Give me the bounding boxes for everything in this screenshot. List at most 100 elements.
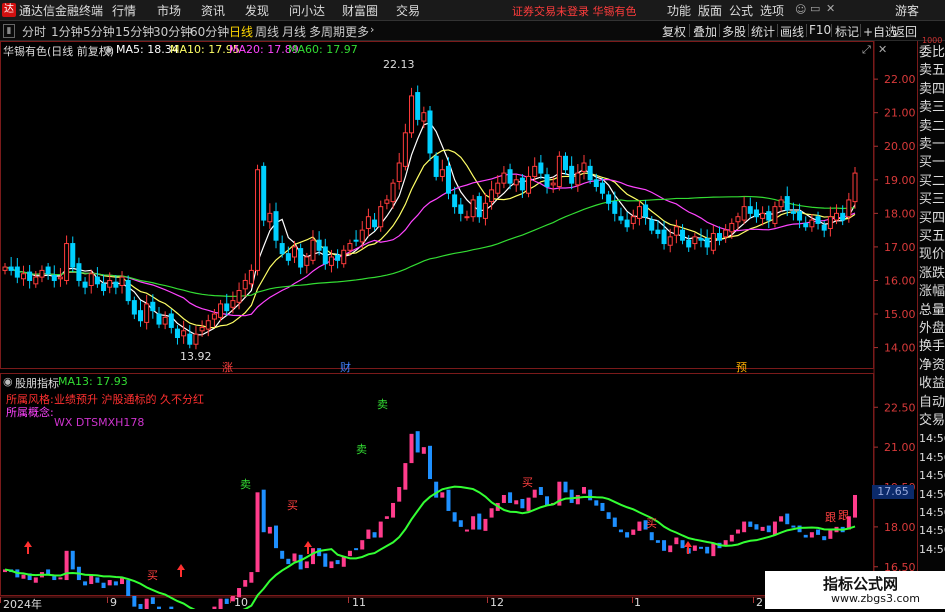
candle-body bbox=[575, 172, 581, 186]
period-tab-multi[interactable]: 多周期 bbox=[309, 23, 345, 40]
candle-body bbox=[174, 328, 180, 339]
toolbar-back[interactable]: 返回 bbox=[893, 23, 917, 40]
toolbar-adjust[interactable]: 复权 bbox=[662, 23, 686, 40]
indicator-bar bbox=[218, 598, 223, 609]
period-tab-30min[interactable]: 30分钟 bbox=[153, 23, 192, 40]
buy-signal-mark: 买 bbox=[646, 517, 657, 530]
side-panel-item[interactable]: 14:56 bbox=[919, 430, 945, 448]
indicator-bar bbox=[581, 487, 586, 494]
toolbar-multi-stock[interactable]: 多股 bbox=[722, 23, 746, 40]
indicator-bar bbox=[107, 580, 112, 586]
menu-ask-xiaoda[interactable]: 问小达 bbox=[289, 2, 325, 19]
side-panel-item[interactable]: 买一 bbox=[919, 154, 945, 172]
menu-layout[interactable]: 版面 bbox=[698, 2, 722, 19]
period-tab-monthly[interactable]: 月线 bbox=[282, 23, 306, 40]
sub-tick-label: 22.50 bbox=[884, 401, 916, 414]
sub-tick-label: 21.00 bbox=[884, 441, 916, 454]
side-panel-item[interactable]: 14:56 bbox=[919, 522, 945, 540]
menu-function[interactable]: 功能 bbox=[667, 2, 691, 19]
side-panel-item[interactable]: 14:56 bbox=[919, 541, 945, 559]
period-tab-5min[interactable]: 5分钟 bbox=[83, 23, 115, 40]
toolbar-menu-icon[interactable]: ▮ bbox=[3, 24, 15, 38]
indicator-bar bbox=[286, 558, 291, 565]
user-icon[interactable]: ☺ bbox=[795, 3, 806, 16]
chart-expand-icon[interactable]: ⤢ bbox=[862, 43, 871, 57]
candle-body bbox=[347, 243, 353, 251]
kline-chart[interactable]: 22.00 21.00 20.00 19.00 18.00 17.00 16.00 15.00… bbox=[0, 41, 917, 609]
indicator-bar bbox=[366, 529, 371, 539]
side-panel-item[interactable]: 涨幅 bbox=[919, 283, 945, 301]
side-panel-item[interactable]: 涨跌 bbox=[919, 265, 945, 283]
ma13-label: MA13: 17.93 bbox=[58, 375, 128, 388]
candle-body bbox=[753, 209, 759, 218]
period-tab-more[interactable]: 更多 bbox=[345, 23, 369, 40]
chart-close-icon[interactable]: ✕ bbox=[878, 43, 887, 56]
price-tick-label: 17.00 bbox=[884, 241, 916, 254]
side-panel-item[interactable]: 买五 bbox=[919, 228, 945, 246]
period-tab-daily[interactable]: 日线 bbox=[229, 23, 253, 40]
side-panel-item[interactable]: 14:56 bbox=[919, 486, 945, 504]
side-panel-item[interactable]: 卖四 bbox=[919, 81, 945, 99]
menu-market[interactable]: 市场 bbox=[157, 2, 181, 19]
side-panel-item[interactable]: 卖五 bbox=[919, 62, 945, 80]
login-alert[interactable]: 证券交易未登录 华锡有色 bbox=[512, 3, 637, 19]
side-panel-item[interactable]: 净资 bbox=[919, 357, 945, 375]
side-panel-item[interactable]: 14:56 bbox=[919, 504, 945, 522]
chevron-right-icon[interactable]: › bbox=[370, 23, 374, 36]
side-panel-item[interactable]: 卖二 bbox=[919, 118, 945, 136]
indicator-bar bbox=[471, 516, 476, 530]
minimize-icon[interactable]: ▭ bbox=[810, 2, 820, 15]
side-panel-item[interactable]: 换手 bbox=[919, 338, 945, 356]
side-panel-item[interactable]: 外盘 bbox=[919, 320, 945, 338]
toolbar-f10[interactable]: F10 bbox=[809, 23, 831, 37]
limit-up-marker[interactable]: 涨 bbox=[222, 359, 233, 375]
toolbar-mark[interactable]: 标记 bbox=[835, 23, 859, 40]
menu-quotes[interactable]: 行情 bbox=[112, 2, 136, 19]
side-panel-item[interactable]: 现价 bbox=[919, 246, 945, 264]
toolbar-draw[interactable]: 画线 bbox=[780, 23, 804, 40]
sub-settings-icon[interactable]: ◉ bbox=[3, 375, 13, 388]
side-panel-item[interactable]: 卖三 bbox=[919, 99, 945, 117]
side-panel-item[interactable]: 买四 bbox=[919, 210, 945, 228]
current-value-badge: 17.65 bbox=[872, 485, 914, 499]
guest-label[interactable]: 游客 bbox=[895, 2, 919, 19]
toolbar-divider bbox=[806, 24, 807, 37]
forecast-marker[interactable]: 预 bbox=[736, 359, 747, 375]
buy-signal-mark: 买 bbox=[147, 569, 158, 582]
menu-options[interactable]: 选项 bbox=[760, 2, 784, 19]
period-tab-weekly[interactable]: 周线 bbox=[255, 23, 279, 40]
menu-formula[interactable]: 公式 bbox=[729, 2, 753, 19]
candle-body bbox=[193, 333, 199, 345]
indicator-bar bbox=[742, 521, 747, 533]
indicator-settings-icon[interactable]: ◉ bbox=[104, 43, 114, 56]
side-panel-item[interactable]: 收益 bbox=[919, 375, 945, 393]
period-tab-1min[interactable]: 1分钟 bbox=[51, 23, 83, 40]
period-tab-60min[interactable]: 60分钟 bbox=[190, 23, 229, 40]
toolbar-overlay[interactable]: 叠加 bbox=[693, 23, 717, 40]
side-panel-item[interactable]: 买三 bbox=[919, 191, 945, 209]
indicator-bar bbox=[83, 581, 88, 586]
menu-wealth-circle[interactable]: 财富圈 bbox=[342, 2, 378, 19]
menu-discover[interactable]: 发现 bbox=[245, 2, 269, 19]
finance-marker[interactable]: 财 bbox=[340, 359, 351, 375]
toolbar-stats[interactable]: 统计 bbox=[751, 23, 775, 40]
close-icon[interactable]: ✕ bbox=[826, 2, 835, 15]
side-panel-item[interactable]: 买二 bbox=[919, 173, 945, 191]
indicator-bar bbox=[132, 596, 137, 607]
indicator-bar bbox=[674, 537, 679, 545]
toolbar-add-watchlist[interactable]: +自选 bbox=[863, 23, 897, 40]
price-tick-label: 18.00 bbox=[884, 207, 916, 220]
period-tab-15min[interactable]: 15分钟 bbox=[115, 23, 154, 40]
indicator-bar bbox=[409, 433, 414, 464]
side-panel-item[interactable]: 总量 bbox=[919, 302, 945, 320]
side-panel-item[interactable]: 14:56 bbox=[919, 467, 945, 485]
side-panel-item[interactable]: 自动 bbox=[919, 394, 945, 412]
side-panel-item[interactable]: 14:56 bbox=[919, 449, 945, 467]
menu-trade[interactable]: 交易 bbox=[396, 2, 420, 19]
period-tab-intraday[interactable]: 分时 bbox=[22, 23, 46, 40]
side-panel-item[interactable]: 交易 bbox=[919, 412, 945, 430]
side-panel-item[interactable]: 卖一 bbox=[919, 136, 945, 154]
menu-news[interactable]: 资讯 bbox=[201, 2, 225, 19]
candle-body bbox=[649, 219, 655, 231]
side-panel-item[interactable]: 委比 bbox=[919, 44, 945, 62]
